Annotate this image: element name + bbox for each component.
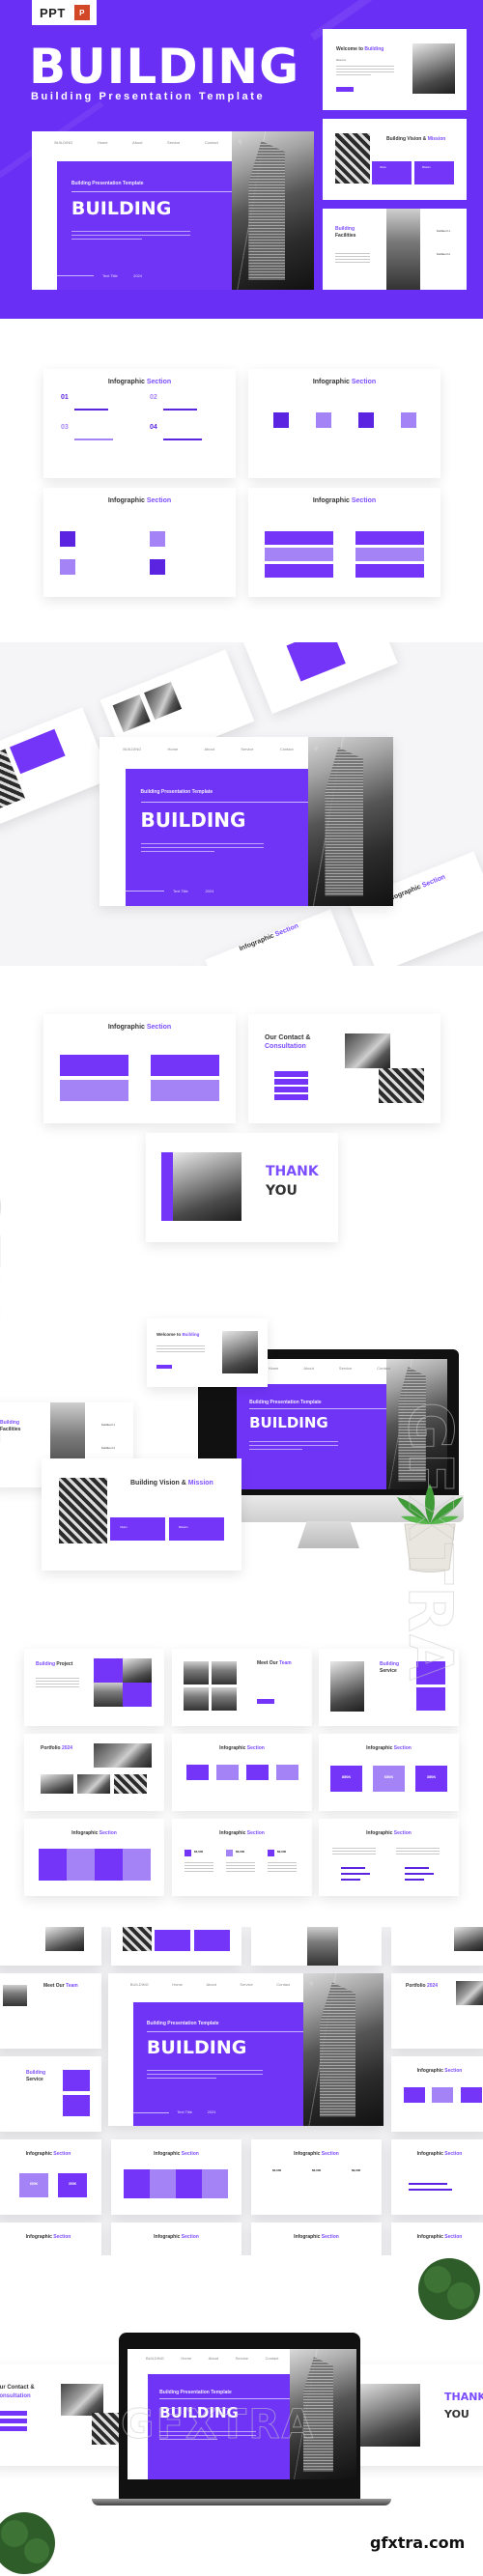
tree-bottom-left <box>0 2512 55 2574</box>
infographic-slide-progress: Infographic Section 01 02 03 04 <box>43 369 236 478</box>
succulent-plant <box>397 1484 463 1572</box>
vision-title: Building Vision & Mission <box>386 136 446 142</box>
footer-year: 2024 <box>133 272 143 278</box>
cover-tagline: Building Presentation Template <box>71 180 144 186</box>
portfolio-slide: Portfolio 2024 <box>24 1734 164 1811</box>
ppt-label: PPT <box>40 5 66 20</box>
vision-slide: Building Vision & Mission Vision Mission <box>42 1458 242 1571</box>
cover-slide: BUILDING Home About Service Contact ⚲ Buildi… <box>108 1973 384 2126</box>
welcome-slide: Welcome to Building <box>147 1318 268 1387</box>
watermark-site-logo: gfxtra.com <box>370 2534 466 2552</box>
nav-about: About <box>132 140 143 146</box>
cover-slide: BUILDING Home About Service Contact ⚲ Bu… <box>32 131 314 290</box>
service-slide: Building Service <box>319 1649 459 1726</box>
contact-slide: Our Contact &Consultation <box>248 1014 440 1123</box>
team-slide: Meet Our Team <box>172 1649 312 1726</box>
mosaic-section: Meet Our Team Building Service Portfolio … <box>0 1927 483 2255</box>
laptop: BUILDING Home About Service Contact Building… <box>119 2333 360 2499</box>
hero-banner: PPT P BUILDING Building Presentation Tem… <box>0 0 483 319</box>
infographic-slide-stats-k: Infographic Section 850K 650K 350K <box>319 1734 459 1811</box>
divider <box>71 191 233 193</box>
building-photo <box>335 133 370 184</box>
tilted-collage: Infographic Section Infographic Section … <box>0 642 483 966</box>
contact-slide: Our Contact &Consultation <box>0 2364 135 2466</box>
template-preview-page: PPT P BUILDING Building Presentation Tem… <box>0 0 483 2576</box>
search-icon: ⚲ <box>313 746 319 752</box>
hero-subtitle: Building Presentation Template <box>31 91 266 102</box>
hero-title: BUILDING <box>29 39 300 95</box>
contact-title: Our Contact & Consultation <box>265 1034 311 1050</box>
infographic-slide-arrows: Infographic Section <box>248 488 440 597</box>
nav-home: Home <box>97 140 108 146</box>
thanks-slide: THANK YOU <box>348 2364 483 2466</box>
body-text-placeholder <box>71 231 190 242</box>
building-photo <box>412 43 455 94</box>
tree-top-right <box>418 2258 480 2320</box>
project-slide: Building Project <box>24 1649 164 1726</box>
facilities-slide: Building Facilities Facilities 0.1 Facili… <box>323 209 467 290</box>
infographic-slide-money: Infographic Section $3,000 $6,000 $9,000 <box>172 1819 312 1896</box>
infographic-slide-steps: Infographic Section <box>248 369 440 478</box>
ppt-badge: PPT P <box>32 0 97 25</box>
building-photo <box>232 131 314 290</box>
infographic-slide-bars: Infographic Section <box>319 1819 459 1896</box>
nav-contact: Contact <box>204 140 218 146</box>
slide-nav: BUILDING Home About Service Contact <box>54 140 217 145</box>
thanks-slide: THANK YOU <box>146 1133 338 1242</box>
thanks-title: THANK YOU <box>266 1164 319 1199</box>
powerpoint-icon: P <box>73 5 90 20</box>
vision-slide: Building Vision & Mission Vision Mission <box>323 119 467 200</box>
facilities-title: Building Facilities <box>335 226 356 239</box>
footer-label: Text Title <box>102 272 118 278</box>
cover-title: BUILDING <box>71 197 172 219</box>
search-icon: ⚲ <box>309 1981 314 1988</box>
nav-service: Service <box>167 140 181 146</box>
search-icon: ⚲ <box>238 140 242 147</box>
infographic-slide-pricing: Infographic Section <box>24 1819 164 1896</box>
infographic-slide-tabs: Infographic Section <box>172 1734 312 1811</box>
welcome-slide: Welcome to Building About us <box>323 29 467 110</box>
cover-slide: BUILDING Home About Service Contact ⚲ Buildi… <box>99 737 393 906</box>
towers-photo <box>386 209 420 290</box>
nav-brand: BUILDING <box>54 140 73 146</box>
infographic-slide-cards: Infographic Section <box>43 1014 236 1123</box>
welcome-sub: About us <box>336 59 346 62</box>
infographic-slide-blocks: Infographic Section <box>43 488 236 597</box>
